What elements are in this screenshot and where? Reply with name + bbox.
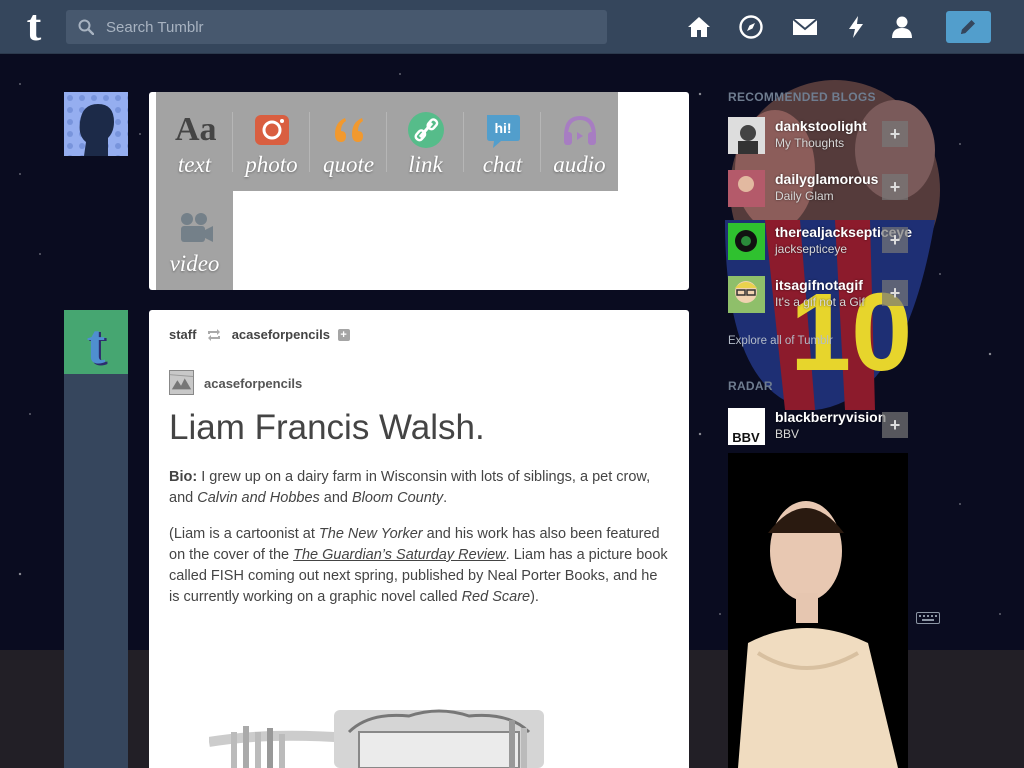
post-body: Bio: I grew up on a dairy farm in Wiscon… bbox=[169, 467, 669, 623]
emphasis-text: Red Scare bbox=[461, 589, 531, 605]
post-type-label: audio bbox=[553, 152, 606, 177]
svg-text:hi!: hi! bbox=[494, 120, 511, 136]
home-icon[interactable] bbox=[686, 14, 712, 40]
body-text: ). bbox=[530, 589, 539, 605]
compose-pencil-icon bbox=[961, 20, 975, 34]
post-type-photo[interactable]: photo bbox=[233, 92, 310, 191]
post-type-label: chat bbox=[482, 152, 523, 177]
radar-title: RADAR bbox=[728, 379, 773, 393]
chat-icon: hi! bbox=[487, 115, 520, 148]
svg-text:BBV: BBV bbox=[732, 430, 760, 445]
link-text: The Guardian’s Saturday Review bbox=[293, 547, 506, 563]
activity-lightning-icon[interactable] bbox=[843, 14, 869, 40]
svg-text:t: t bbox=[87, 314, 106, 374]
reblogger-link[interactable]: staff bbox=[169, 327, 196, 342]
blog-avatar: BBV bbox=[728, 408, 765, 445]
blog-name: dankstoolight bbox=[775, 118, 867, 134]
post-type-label: text bbox=[177, 152, 212, 177]
post-type-chat[interactable]: hi! chat bbox=[464, 92, 541, 191]
guardian-link[interactable]: The Guardian’s Saturday Review bbox=[293, 547, 506, 563]
top-navigation-bar: t bbox=[0, 0, 1024, 54]
post-composer: Aa text photo quote link hi! chat audio … bbox=[149, 92, 689, 290]
follow-plus-icon[interactable]: + bbox=[882, 121, 908, 147]
recommended-blog-item[interactable]: dailyglamorous Daily Glam + bbox=[728, 170, 908, 208]
text-aa-icon: Aa bbox=[175, 111, 217, 148]
post-type-video[interactable]: video bbox=[156, 191, 233, 290]
recommended-blog-item[interactable]: therealjacksepticeye jacksepticeye + bbox=[728, 223, 912, 261]
post-type-text[interactable]: Aa text bbox=[156, 92, 233, 191]
description-paragraph: (Liam is a cartoonist at The New Yorker … bbox=[169, 524, 669, 608]
reblog-icon bbox=[208, 328, 221, 341]
post-type-label: quote bbox=[322, 152, 375, 177]
bio-paragraph: Bio: I grew up on a dairy farm in Wiscon… bbox=[169, 467, 669, 509]
search-box[interactable] bbox=[66, 10, 607, 44]
search-icon bbox=[78, 19, 94, 35]
blog-avatar bbox=[728, 276, 765, 313]
follow-plus-icon[interactable]: + bbox=[882, 280, 908, 306]
blog-name: blackberryvision bbox=[775, 409, 887, 425]
radar-photo[interactable] bbox=[728, 453, 908, 768]
left-rail bbox=[64, 310, 128, 768]
follow-plus-icon[interactable]: + bbox=[337, 328, 350, 341]
follow-plus-icon[interactable]: + bbox=[882, 412, 908, 438]
blog-subtitle: It's a gif not a Gif bbox=[775, 295, 865, 309]
compose-button[interactable] bbox=[946, 11, 991, 43]
emphasis-text: The New Yorker bbox=[318, 526, 423, 542]
source-blog-name[interactable]: acaseforpencils bbox=[204, 376, 302, 391]
user-avatar[interactable] bbox=[64, 92, 128, 156]
recommended-blog-item[interactable]: itsagifnotagif It's a gif not a Gif + bbox=[728, 276, 908, 314]
staff-tumblr-logo-icon: t t bbox=[64, 310, 128, 374]
recommended-blogs-title: RECOMMENDED BLOGS bbox=[728, 90, 876, 104]
blog-name: dailyglamorous bbox=[775, 171, 879, 187]
tumblr-logo[interactable]: t bbox=[18, 4, 50, 48]
camera-icon bbox=[255, 115, 289, 145]
blog-subtitle: jacksepticeye bbox=[775, 242, 848, 256]
emphasis-text: Bloom County bbox=[352, 490, 444, 506]
bio-text: and bbox=[319, 490, 353, 506]
blog-avatar bbox=[728, 170, 765, 207]
bio-label: Bio: bbox=[169, 469, 198, 485]
keyboard-shortcuts-icon[interactable] bbox=[916, 612, 940, 624]
quote-icon bbox=[335, 118, 363, 142]
headphones-icon bbox=[564, 115, 596, 145]
blog-subtitle: My Thoughts bbox=[775, 136, 845, 150]
blog-subtitle: BBV bbox=[775, 427, 800, 441]
link-icon bbox=[408, 112, 444, 148]
post-type-quote[interactable]: quote bbox=[310, 92, 387, 191]
post-title: Liam Francis Walsh. bbox=[169, 408, 485, 447]
radar-blog-item[interactable]: BBV blackberryvision BBV + bbox=[728, 408, 908, 446]
post-type-label: video bbox=[169, 251, 220, 276]
dashboard-post: staff acaseforpencils + acaseforpencils … bbox=[149, 310, 689, 768]
blog-avatar bbox=[728, 117, 765, 154]
post-type-audio[interactable]: audio bbox=[541, 92, 618, 191]
body-text: (Liam is a cartoonist at bbox=[169, 526, 319, 542]
blog-name: itsagifnotagif bbox=[775, 277, 863, 293]
reblogged-from-link[interactable]: acaseforpencils bbox=[232, 327, 330, 342]
blog-avatar bbox=[728, 223, 765, 260]
blog-subtitle: Daily Glam bbox=[775, 189, 834, 203]
post-type-label: photo bbox=[245, 152, 298, 177]
source-avatar[interactable] bbox=[169, 370, 194, 395]
post-header: staff acaseforpencils + bbox=[169, 326, 350, 342]
emphasis-text: Calvin and Hobbes bbox=[197, 490, 320, 506]
inbox-mail-icon[interactable] bbox=[792, 14, 818, 40]
recommended-blog-item[interactable]: dankstoolight My Thoughts + bbox=[728, 117, 908, 155]
follow-plus-icon[interactable]: + bbox=[882, 174, 908, 200]
follow-plus-icon[interactable]: + bbox=[882, 227, 908, 253]
explore-tumblr-link[interactable]: Explore all of Tumblr bbox=[728, 335, 833, 347]
post-type-link[interactable]: link bbox=[387, 92, 464, 191]
video-camera-icon bbox=[181, 213, 213, 242]
explore-compass-icon[interactable] bbox=[738, 14, 764, 40]
bio-text: . bbox=[443, 490, 448, 506]
silhouette-avatar-image bbox=[64, 92, 128, 156]
post-type-label: link bbox=[408, 152, 443, 177]
account-person-icon[interactable] bbox=[889, 14, 915, 40]
search-input[interactable] bbox=[106, 10, 596, 44]
cartoon-image[interactable] bbox=[209, 702, 629, 768]
staff-avatar[interactable]: t t bbox=[64, 310, 128, 374]
